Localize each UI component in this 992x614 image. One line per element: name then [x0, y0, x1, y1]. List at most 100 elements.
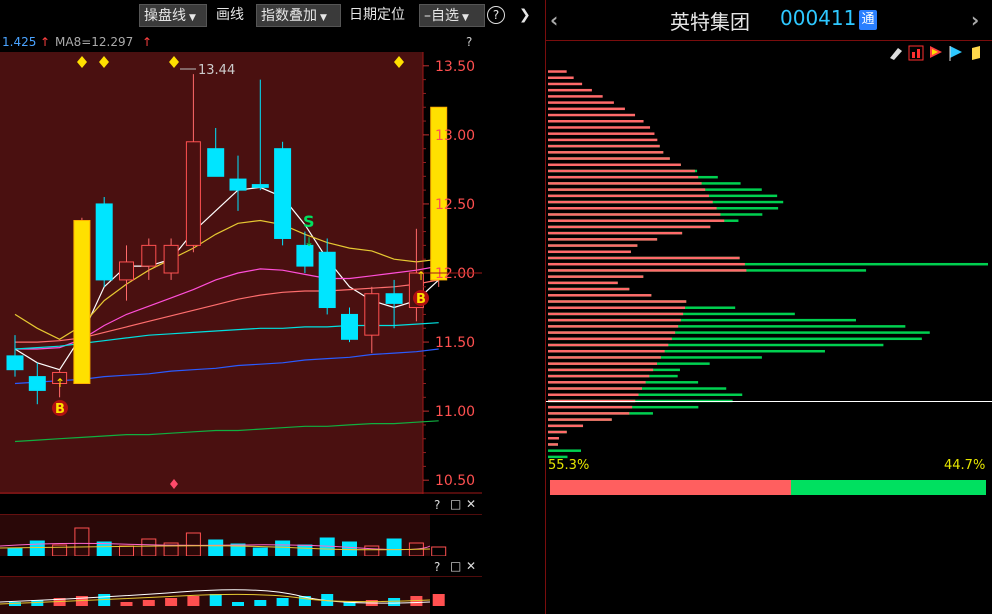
maximize-icon[interactable]: □: [450, 497, 461, 511]
chip-bar-profit: [548, 101, 614, 104]
chip-bar-profit: [548, 207, 717, 210]
loss-bar-fill: [791, 480, 986, 495]
macd-bar: [432, 594, 445, 606]
price-tick-label: 10.50: [435, 473, 475, 489]
close-icon[interactable]: ✕: [466, 497, 476, 511]
volume-bar: [29, 540, 45, 556]
volume-bar: [431, 546, 447, 556]
price-tick-label: 12.50: [435, 197, 475, 213]
chip-bar-profit: [548, 424, 584, 428]
maximize-icon[interactable]: □: [450, 559, 461, 573]
drawing-dropdown[interactable]: 操盘线 ▼: [139, 4, 207, 27]
chart-background: [0, 52, 423, 494]
chip-bar-profit: [548, 144, 660, 148]
bookmark-icon[interactable]: [972, 46, 980, 60]
volume-bar: [275, 540, 291, 556]
volume-bar: [342, 541, 357, 556]
chip-bar-profit: [548, 387, 643, 390]
chip-bar-profit: [548, 200, 713, 204]
chip-bar-profit: [548, 325, 679, 328]
chip-bar-profit: [548, 269, 747, 272]
ma8-value: MA8=12.297: [55, 35, 134, 49]
chip-bar-profit: [548, 175, 699, 179]
up-arrow-icon: ↑: [40, 35, 51, 49]
chart-box-icon[interactable]: [908, 45, 924, 61]
chip-bar-profit: [548, 113, 636, 117]
help-icon: ?: [487, 6, 505, 24]
chip-bar-profit: [548, 412, 630, 415]
connect-badge[interactable]: 通: [859, 10, 877, 30]
chip-bar-profit: [548, 368, 654, 372]
svg-text:↑: ↑: [55, 376, 65, 390]
chip-bar-profit: [548, 393, 639, 396]
volume-bar: [208, 539, 224, 556]
profit-percent: 55.3%: [548, 458, 590, 473]
chevron-down-icon: ▼: [189, 13, 196, 23]
chip-bar-profit: [548, 405, 633, 409]
volume-bar: [252, 547, 268, 556]
chip-bar-profit: [548, 374, 650, 378]
chip-bar-profit: [548, 76, 574, 79]
watchlist-label: 自选: [431, 8, 459, 24]
macd-bar: [187, 596, 200, 606]
stock-code: 000411: [780, 6, 857, 30]
chip-bar-profit: [548, 356, 661, 359]
sell-label: S: [303, 212, 315, 231]
candlestick-chart[interactable]: 13.50 13.00 12.50 12.00 11.50 11.00 10.50 13.4…: [0, 52, 482, 494]
chip-bar-profit: [548, 244, 638, 247]
chip-distribution-panel: ‹ 英特集团 000411 通 › 55.3% 44.7%: [546, 0, 992, 614]
drawing-label: 操盘线: [144, 8, 186, 24]
stock-name: 英特集团: [670, 10, 750, 34]
close-icon[interactable]: ✕: [466, 559, 476, 573]
watchlist-dropdown[interactable]: –自选 ▼: [419, 4, 485, 27]
pane-help-icon[interactable]: ?: [434, 560, 440, 574]
macd-pane[interactable]: [0, 576, 482, 614]
chip-bar-profit: [548, 437, 559, 440]
index-overlay-dropdown[interactable]: 指数叠加 ▼: [256, 4, 341, 27]
price-tick-label: 13.00: [435, 128, 475, 144]
pane-help-icon[interactable]: ?: [434, 498, 440, 512]
volume-bar: [319, 537, 335, 556]
high-price-label: 13.44: [198, 63, 235, 78]
chip-bar-profit: [548, 294, 652, 297]
index-overlay-label: 指数叠加: [261, 8, 317, 24]
chip-bar-profit: [548, 82, 583, 86]
chip-bar-profit: [548, 250, 631, 254]
candle-down: [274, 141, 292, 246]
indicator-pane-1-header: ? □ ✕: [0, 497, 482, 513]
chip-bar-profit: [548, 337, 672, 341]
price-tick-label: 12.00: [435, 266, 475, 282]
macd-bar: [209, 594, 222, 606]
chip-bar-profit: [548, 70, 567, 73]
date-locate-button[interactable]: 日期定位: [345, 4, 415, 27]
flag-red-icon[interactable]: [930, 46, 942, 58]
chip-distribution-chart[interactable]: [546, 60, 992, 460]
indicator-pane-2-header: ? □ ✕: [0, 559, 482, 575]
volume-pane[interactable]: [0, 514, 482, 556]
chevron-left-icon[interactable]: ‹: [550, 8, 558, 32]
chip-bar-profit: [548, 343, 669, 347]
sell-signal: S ↓: [303, 212, 315, 249]
toolbar: 操盘线 ▼ 画线 指数叠加 ▼ 日期定位 –自选 ▼ ? ❯: [0, 0, 545, 32]
loss-percent: 44.7%: [944, 458, 986, 473]
chip-bar-profit: [548, 238, 658, 241]
chevron-down-icon: ▼: [320, 13, 327, 23]
chip-bar-profit: [548, 381, 646, 384]
chip-bar-profit: [548, 281, 618, 285]
macd-bar: [120, 602, 133, 606]
expand-panel-button[interactable]: ❯: [515, 4, 537, 27]
eraser-icon[interactable]: [890, 48, 902, 60]
candle-up: [73, 217, 91, 384]
chip-bar-profit: [548, 287, 630, 291]
chart-help-icon[interactable]: ?: [466, 35, 472, 49]
chip-bar-profit: [548, 312, 684, 316]
profit-loss-bar: [550, 480, 986, 495]
help-button[interactable]: ?: [487, 4, 509, 27]
draw-line-button[interactable]: 画线: [212, 4, 252, 27]
chip-bar-profit: [548, 151, 664, 154]
chip-bar-profit: [548, 331, 676, 334]
chevron-right-icon[interactable]: ›: [971, 8, 979, 32]
chip-bar-profit: [548, 256, 740, 260]
volume-bar: [297, 544, 313, 556]
flag-blue-icon[interactable]: [949, 46, 962, 61]
